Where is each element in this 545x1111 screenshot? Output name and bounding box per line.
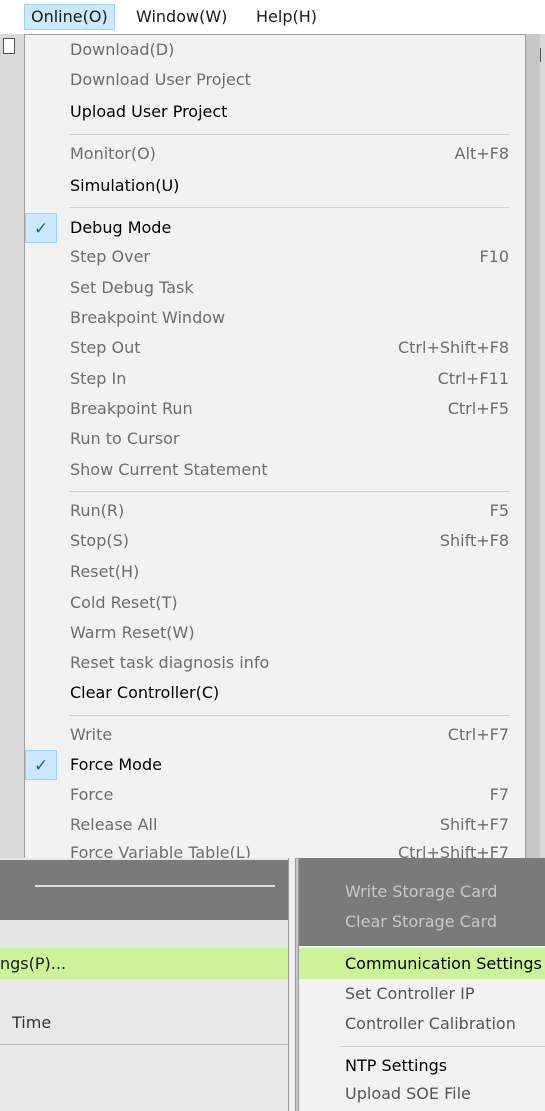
menu-item-label: Step Over [70,247,150,266]
check-highlight: ✓ [25,213,57,243]
background-dark-header [0,860,288,920]
menubar-clipped-item[interactable] [0,4,6,30]
menu-item-set-debug-task[interactable]: Set Debug Task [25,273,525,303]
menu-item-force-mode[interactable]: ✓ Force Mode [25,750,525,780]
menu-item-cold-reset[interactable]: Cold Reset(T) [25,588,525,618]
menu-item-debug-mode[interactable]: ✓ Debug Mode [25,213,525,243]
menu-item-clear-controller[interactable]: Clear Controller(C) [25,678,525,708]
menu-item-label: Stop(S) [70,531,130,550]
menu-item-label: Show Current Statement [70,460,268,479]
menu-item-label: Breakpoint Window [70,308,226,327]
menu-item-monitor[interactable]: Monitor(O) Alt+F8 [25,139,525,169]
menu-item-force[interactable]: Force F7 [25,780,525,810]
menu-item-label: Set Debug Task [70,278,194,297]
menu-item-upload-user-project[interactable]: Upload User Project [25,97,525,127]
menu-separator [69,207,509,208]
menu-item-stop[interactable]: Stop(S) Shift+F8 [25,526,525,556]
menu-separator [69,715,509,716]
background-separator [0,1044,288,1045]
submenu-write-storage-card: Write Storage Card [345,882,498,901]
menu-separator [69,491,509,492]
menu-item-shortcut: F7 [489,785,509,804]
menu-item-shortcut: F10 [479,247,509,266]
menu-item-step-out[interactable]: Step Out Ctrl+Shift+F8 [25,333,525,363]
submenu-set-controller-ip[interactable]: Set Controller IP [345,982,475,1006]
menu-item-simulation[interactable]: Simulation(U) [25,171,525,201]
menu-item-reset-task-diagnosis-info[interactable]: Reset task diagnosis info [25,648,525,678]
menu-item-label: Run to Cursor [70,429,180,448]
menu-item-step-in[interactable]: Step In Ctrl+F11 [25,364,525,394]
menu-item-breakpoint-window[interactable]: Breakpoint Window [25,303,525,333]
background-panel-row [0,920,288,948]
checkmark-icon: ✓ [34,756,49,776]
menu-item-reset[interactable]: Reset(H) [25,557,525,587]
submenu-clear-storage-card: Clear Storage Card [345,912,498,931]
background-menu-item-settings[interactable]: ngs(P)... [0,948,288,979]
online-dropdown-menu: Download(D) Download User Project Upload U… [24,34,526,862]
menu-item-run-to-cursor[interactable]: Run to Cursor [25,424,525,454]
menu-item-label: Warm Reset(W) [70,623,195,642]
check-highlight: ✓ [25,750,57,780]
menu-item-label: Monitor(O) [70,144,156,163]
background-menu-item-time[interactable]: Time [12,1012,51,1034]
menu-item-label: Force Mode [70,755,162,774]
menu-item-download-user-project[interactable]: Download User Project [25,65,525,95]
submenu-separator [340,1046,545,1047]
background-divider-line [35,885,275,887]
menu-item-shortcut: F5 [489,501,509,520]
menubar: Online(O) Window(W) Help(H) [0,0,545,34]
menu-item-shortcut: Shift+F8 [439,531,509,550]
menu-help[interactable]: Help(H) [250,4,323,30]
menu-item-label: Step In [70,369,127,388]
submenu-controller-calibration[interactable]: Controller Calibration [345,1012,516,1036]
menu-item-release-all[interactable]: Release All Shift+F7 [25,810,525,840]
menu-item-label: Cold Reset(T) [70,593,178,612]
menu-online[interactable]: Online(O) [24,4,115,30]
menu-item-warm-reset[interactable]: Warm Reset(W) [25,618,525,648]
menu-item-step-over[interactable]: Step Over F10 [25,242,525,272]
menu-item-label: Force [70,785,114,804]
background-edge-marker [540,48,545,62]
menu-item-label: Release All [70,815,158,834]
menu-item-download[interactable]: Download(D) [25,35,525,65]
submenu-upload-soe-file[interactable]: Upload SOE File [345,1082,471,1106]
menu-item-breakpoint-run[interactable]: Breakpoint Run Ctrl+F5 [25,394,525,424]
background-splitter[interactable] [288,858,296,1111]
background-window-right [540,34,545,864]
background-window-left [0,34,24,864]
submenu-ntp-settings[interactable]: NTP Settings [345,1054,447,1078]
background-checkbox [3,38,15,54]
menu-item-label: Clear Controller(C) [70,683,220,702]
menu-item-label: Reset task diagnosis info [70,653,270,672]
menu-item-shortcut: Shift+F7 [439,815,509,834]
menu-item-label: Run(R) [70,501,125,520]
menu-item-shortcut: Ctrl+Shift+F8 [397,338,509,357]
menu-item-label: Debug Mode [70,218,172,237]
menu-item-label: Step Out [70,338,141,357]
menu-item-shortcut: Ctrl+F11 [437,369,509,388]
menu-item-label: Reset(H) [70,562,140,581]
menu-window[interactable]: Window(W) [130,4,233,30]
menu-item-run[interactable]: Run(R) F5 [25,496,525,526]
menu-item-shortcut: Ctrl+F7 [447,725,509,744]
menu-item-label: Download(D) [70,40,175,59]
menu-item-shortcut: Alt+F8 [454,144,509,163]
menu-item-shortcut: Ctrl+F5 [447,399,509,418]
submenu-communication-settings[interactable]: Communication Settings [345,952,542,976]
checkmark-icon: ✓ [34,219,49,239]
menu-item-label: Upload User Project [70,102,228,121]
menu-item-label: Breakpoint Run [70,399,193,418]
menu-item-label: Simulation(U) [70,176,180,195]
menu-item-show-current-statement[interactable]: Show Current Statement [25,455,525,485]
menu-item-label: Download User Project [70,70,251,89]
menu-separator [69,134,509,135]
menu-item-write[interactable]: Write Ctrl+F7 [25,720,525,750]
menu-item-label: Write [70,725,113,744]
